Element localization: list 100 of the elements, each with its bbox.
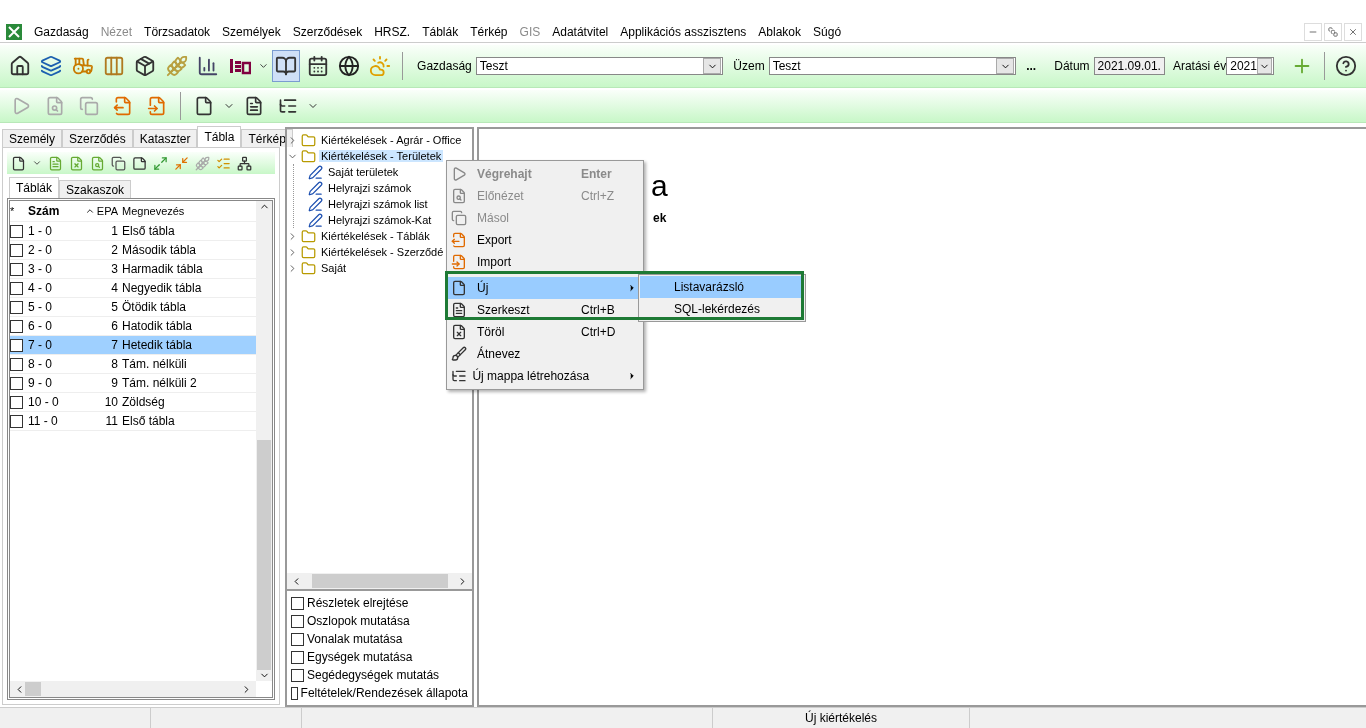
table-row[interactable]: 4 - 0 4 Negyedik tábla [10,279,256,298]
book-icon [275,55,298,77]
import-icon [147,96,167,116]
menu-item[interactable]: Töröl Ctrl+D [447,321,643,343]
column-header[interactable]: EPA [96,205,118,217]
tree-item[interactable]: Saját területek [326,166,401,178]
tree-item[interactable]: Kiértékelések - Agrár - Office [319,134,464,146]
table-row[interactable]: 5 - 0 5 Ötödik tábla [10,298,256,317]
tab[interactable]: Személy [2,129,62,147]
checkbox[interactable] [291,632,304,646]
tree-item[interactable]: Kiértékelések - Területek [319,150,444,162]
close-button[interactable] [1344,23,1362,41]
checkbox[interactable] [10,395,23,409]
menu-item[interactable]: Applikációs asszisztens [614,25,753,39]
tab[interactable]: Táblák [9,177,60,198]
table-row[interactable]: 2 - 0 2 Második tábla [10,241,256,260]
checkbox[interactable] [10,414,23,428]
checkbox[interactable] [291,686,298,700]
table-cell-text: Első tábla [122,224,176,238]
new-folder-icon [451,368,467,384]
checkbox[interactable] [10,319,23,333]
checkbox[interactable] [10,376,23,390]
report-icon [308,164,323,180]
checkbox[interactable] [10,300,23,314]
column-header[interactable]: Megnevezés [122,205,256,217]
checkbox[interactable] [10,243,23,257]
checkbox[interactable] [291,668,304,682]
tree-item[interactable]: Helyrajzi számok list [326,198,430,210]
table-cell-text: Első tábla [122,414,176,428]
tree-item[interactable]: Kiértékelések - Táblák [319,230,432,242]
tab[interactable]: Kataszter [132,129,198,147]
scrollbar[interactable] [287,573,472,589]
table-cell-text: 5 - 0 [28,300,53,314]
menu-item[interactable]: Ablakok [752,25,808,39]
restore-button[interactable] [1324,23,1342,41]
table-cell-text: Tám. nélküli 2 [122,376,198,390]
pallet-icon [134,55,157,77]
submenu-arrow-icon [627,371,637,381]
table-row[interactable]: 3 - 0 3 Harmadik tábla [10,260,256,279]
new-file-icon [194,96,214,116]
menu-item[interactable]: Átnevez [447,343,643,365]
scrollbar-thumb[interactable] [25,682,41,696]
option-label: Egységek mutatása [307,650,413,664]
tree-item[interactable]: Helyrajzi számok [326,182,414,194]
menu-item[interactable]: Személyek [216,25,287,39]
option-label: Segédegységek mutatás [307,668,440,682]
table-cell-text: Tám. nélküli [122,357,188,371]
site-label: Üzem [733,59,765,73]
menu-item[interactable]: Szerződések [286,25,369,39]
scrollbar[interactable] [256,201,272,681]
table-row[interactable]: 8 - 0 8 Tám. nélküli [10,355,256,374]
scrollbar-thumb[interactable] [311,574,448,588]
wheat-icon [195,155,210,171]
checkbox[interactable] [10,357,23,371]
year-combo[interactable]: 2021 [1226,57,1275,75]
checkbox[interactable] [291,650,304,664]
menu-item[interactable]: Törzsadatok [138,25,217,39]
more-button[interactable]: ... [1026,59,1037,73]
table-cell-text: 1 - 0 [28,224,53,238]
table-row[interactable]: 11 - 0 11 Első tábla [10,412,256,431]
tab[interactable]: Szakaszok [59,180,132,198]
date-field[interactable]: 2021.09.01. [1093,57,1165,75]
menu-item[interactable]: Adatátvitel [546,25,615,39]
menu-item[interactable]: Export [447,229,643,251]
tab[interactable]: Térkép [241,129,293,147]
checkbox[interactable] [291,614,304,628]
scrollbar-thumb[interactable] [257,440,271,670]
menu-item[interactable]: Gazdaság [28,25,95,39]
menu-item[interactable]: HRSZ. [368,25,417,39]
expand-icon[interactable] [287,246,298,258]
menu-item[interactable]: Szerkeszt Ctrl+B [447,299,643,321]
toolbar-button[interactable] [272,50,300,82]
farm-combo[interactable]: Teszt [475,57,724,75]
site-combo[interactable]: Teszt [768,57,1017,75]
checkbox[interactable] [291,596,304,610]
submenu-arrow-icon [627,283,637,293]
checkbox[interactable] [10,224,23,238]
column-header[interactable]: Szám [28,204,68,218]
menu-item[interactable]: Import [447,251,643,273]
tab[interactable]: Tábla [197,126,242,147]
table-row[interactable]: 7 - 0 7 Hetedik tábla [10,336,256,355]
table-cell-text: Hatodik tábla [122,319,194,333]
menu-item[interactable]: Térkép [464,25,514,39]
tree-item[interactable]: Helyrajzi számok-Kat [326,214,434,226]
scrollbar[interactable] [10,681,256,697]
table-row[interactable]: 1 - 0 1 Első tábla [10,222,256,241]
tree-item[interactable]: Saját [319,262,349,274]
table-row[interactable]: 9 - 0 9 Tám. nélküli 2 [10,374,256,393]
tab[interactable]: Szerződés [62,129,133,147]
checkbox[interactable] [10,262,23,276]
menu-item[interactable]: Listavarázsló [640,276,804,298]
checkbox[interactable] [10,281,23,295]
menu-item[interactable]: Súgó [807,25,848,39]
table-cell-text: 6 [110,319,119,333]
menu-item[interactable]: Táblák [416,25,465,39]
checkbox[interactable] [10,338,23,352]
table-cell-text: 7 [110,338,119,352]
table-row[interactable]: 10 - 0 10 Zöldség [10,393,256,412]
menu-item[interactable]: Új mappa létrehozása [447,365,643,387]
tree-item[interactable]: Kiértékelések - Szerződé [319,246,446,258]
